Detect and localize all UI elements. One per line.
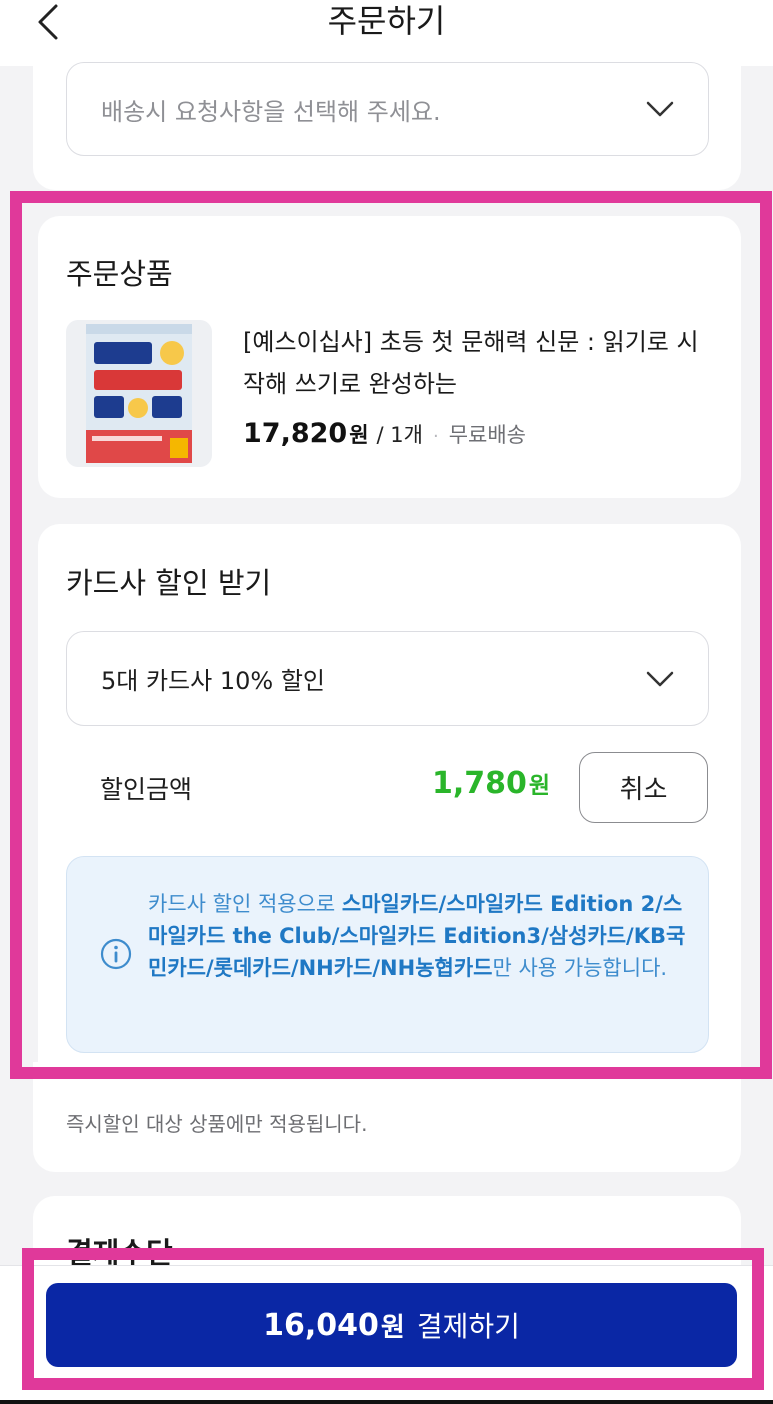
delivery-request-select[interactable]: 배송시 요청사항을 선택해 주세요. [66, 62, 709, 156]
page-title: 주문하기 [327, 2, 446, 40]
discount-note: 즉시할인 대상 상품에만 적용됩니다. [66, 1112, 368, 1136]
highlight-box-discount [10, 191, 772, 1079]
highlight-box-pay [22, 1248, 764, 1390]
delivery-request-placeholder: 배송시 요청사항을 선택해 주세요. [101, 97, 441, 126]
bottom-divider [0, 1400, 773, 1404]
chevron-down-icon [646, 101, 674, 117]
